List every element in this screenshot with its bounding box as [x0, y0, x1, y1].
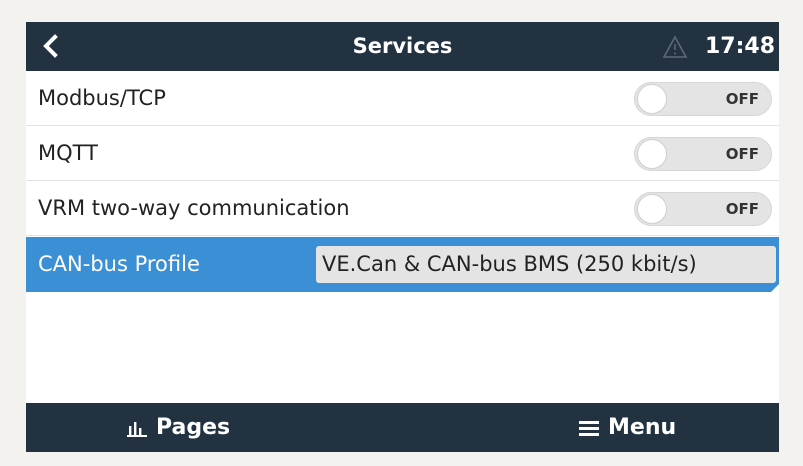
setting-label: CAN-bus Profile [38, 252, 200, 276]
modbus-tcp-toggle[interactable]: OFF [634, 82, 772, 116]
toggle-state: OFF [725, 145, 759, 163]
mqtt-toggle[interactable]: OFF [634, 137, 772, 171]
bar-chart-icon [127, 421, 147, 437]
setting-row-can-bus-profile[interactable]: CAN-bus Profile VE.Can & CAN-bus BMS (25… [26, 237, 779, 292]
toggle-knob [637, 84, 667, 114]
setting-label: Modbus/TCP [38, 86, 166, 110]
setting-row-mqtt[interactable]: MQTT OFF [26, 126, 779, 181]
setting-row-modbus-tcp[interactable]: Modbus/TCP OFF [26, 71, 779, 126]
clock-time: 17:48 [704, 34, 775, 59]
setting-row-vrm-two-way[interactable]: VRM two-way communication OFF [26, 181, 779, 236]
setting-label: MQTT [38, 141, 98, 165]
pages-label: Pages [156, 415, 231, 440]
vrm-two-way-toggle[interactable]: OFF [634, 192, 772, 226]
device-screen: Services 17:48 Modbus/TCP OFF MQTT OFF V… [26, 22, 779, 452]
header-bar: Services 17:48 [26, 22, 779, 71]
hamburger-menu-icon [579, 420, 599, 436]
menu-label: Menu [608, 415, 677, 440]
can-bus-profile-value[interactable]: VE.Can & CAN-bus BMS (250 kbit/s) [316, 246, 776, 283]
menu-button[interactable]: Menu [578, 403, 676, 452]
toggle-state: OFF [725, 200, 759, 218]
footer-bar: Pages Menu [26, 403, 779, 452]
pages-button[interactable]: Pages [126, 403, 230, 452]
selection-corner-mark [771, 284, 779, 292]
toggle-state: OFF [725, 90, 759, 108]
toggle-knob [637, 139, 667, 169]
toggle-knob [637, 194, 667, 224]
warning-triangle-icon [662, 35, 688, 58]
setting-label: VRM two-way communication [38, 196, 350, 220]
